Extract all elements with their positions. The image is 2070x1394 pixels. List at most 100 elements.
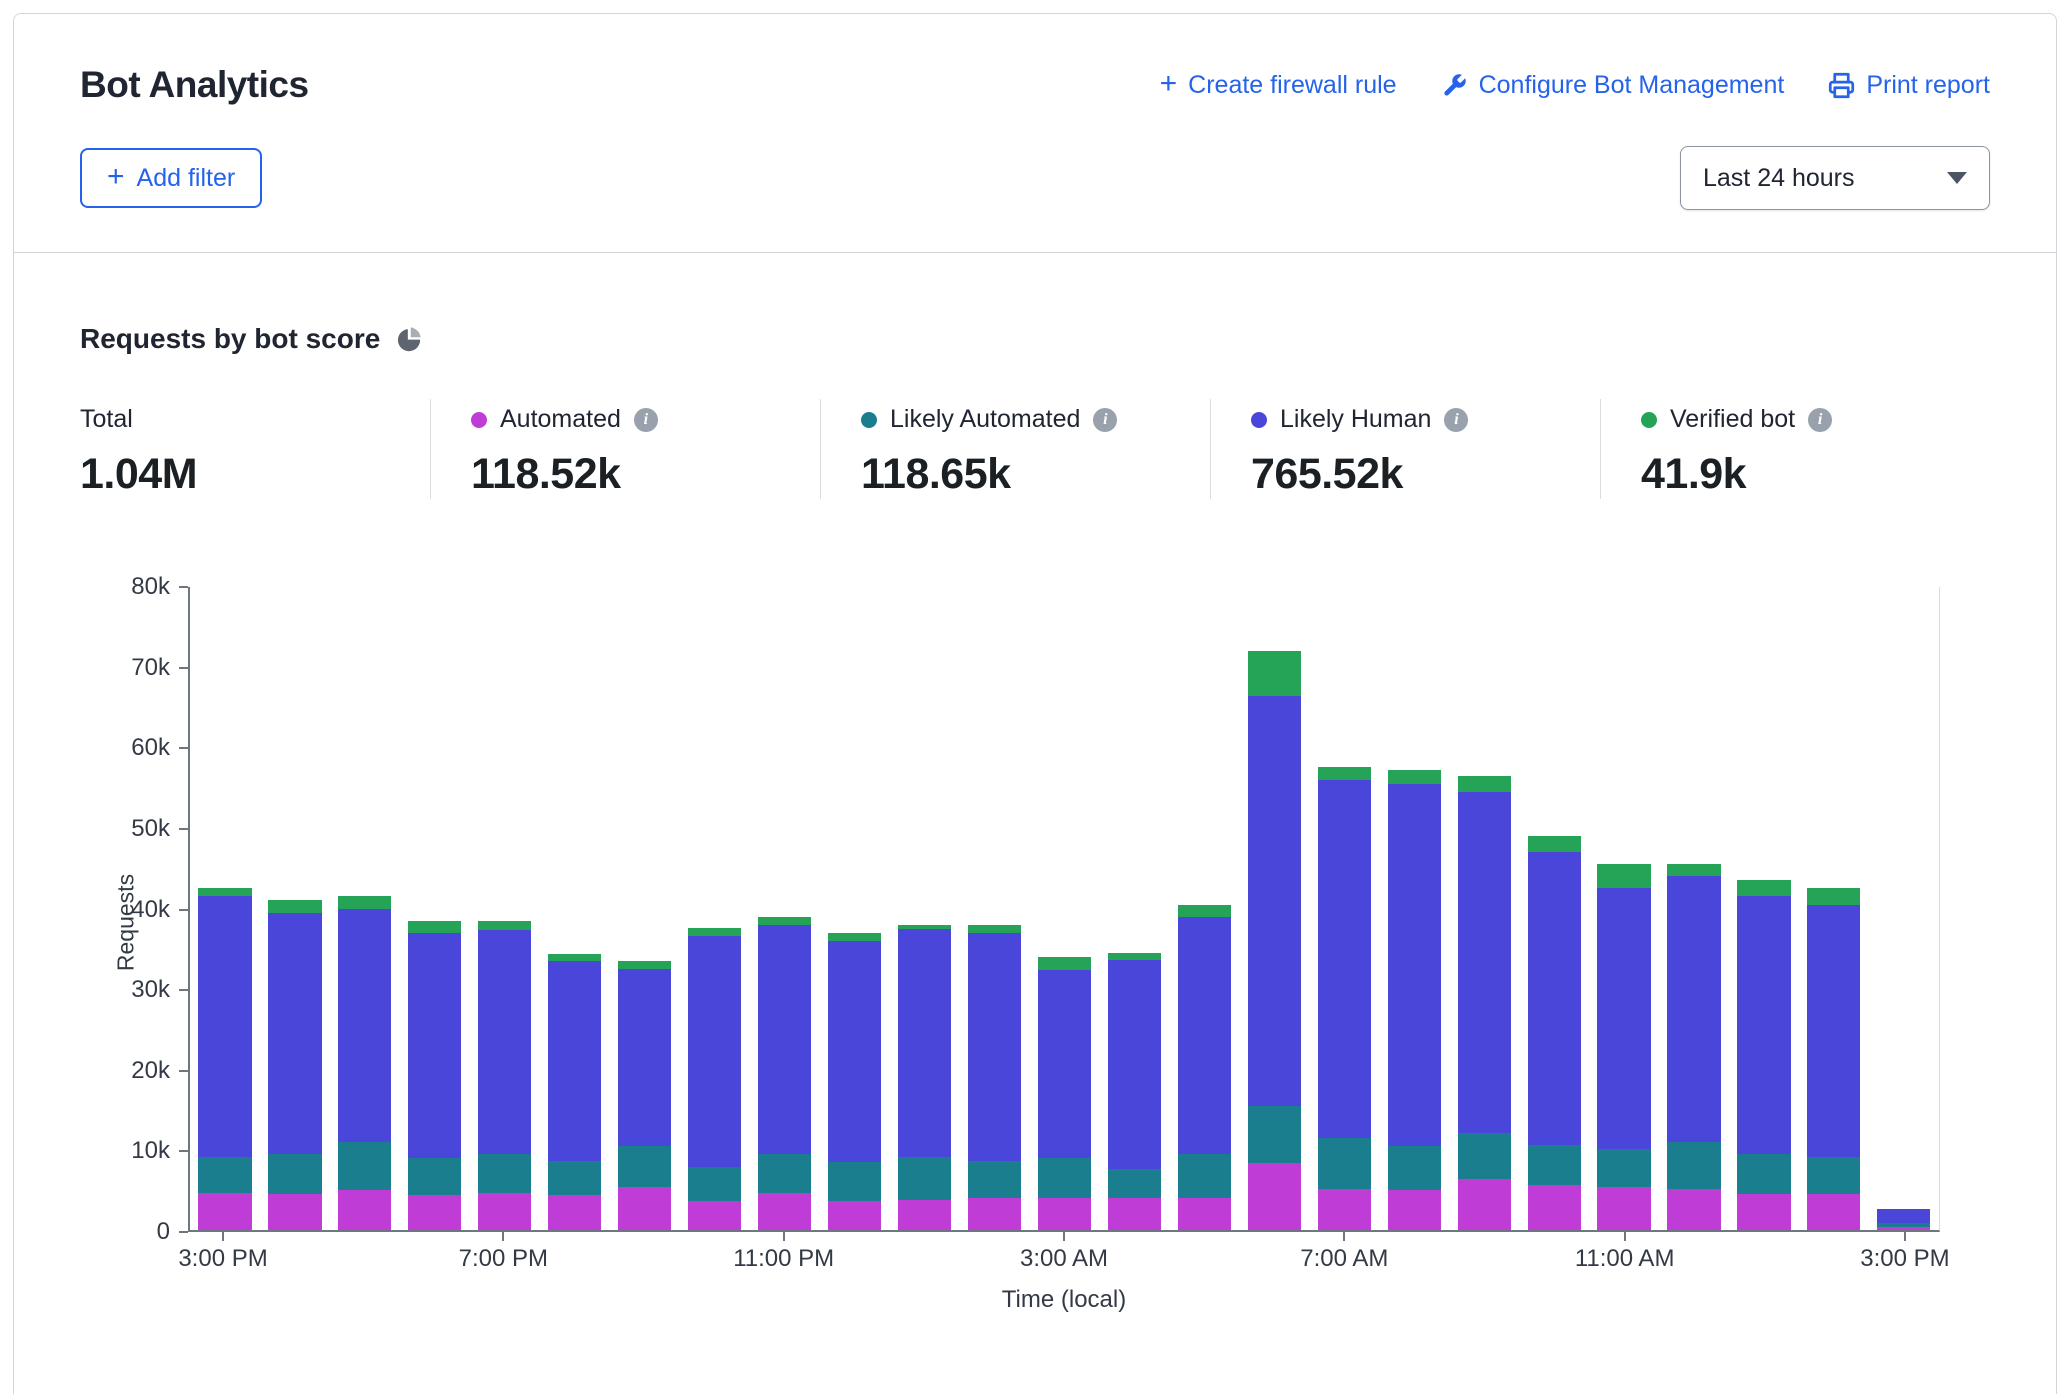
stacked-bar[interactable]: [688, 587, 741, 1230]
bar-segment-likely-automated[interactable]: [1318, 1138, 1371, 1189]
bar-segment-automated[interactable]: [1667, 1189, 1720, 1230]
bar-segment-likely-human[interactable]: [478, 930, 531, 1154]
bar-segment-likely-automated[interactable]: [1108, 1169, 1161, 1198]
stacked-bar[interactable]: [268, 587, 321, 1230]
bar-segment-verified-bot[interactable]: [1597, 864, 1650, 888]
bar-segment-likely-automated[interactable]: [688, 1167, 741, 1202]
bar-segment-likely-human[interactable]: [408, 933, 461, 1158]
bar-segment-likely-human[interactable]: [1877, 1209, 1930, 1223]
stacked-bar[interactable]: [198, 587, 251, 1230]
info-icon[interactable]: i: [1444, 408, 1468, 432]
bar-segment-likely-human[interactable]: [268, 913, 321, 1154]
bar-segment-automated[interactable]: [548, 1195, 601, 1230]
bar-segment-automated[interactable]: [1807, 1194, 1860, 1230]
stacked-bar[interactable]: [1458, 587, 1511, 1230]
bar-segment-verified-bot[interactable]: [828, 933, 881, 941]
bar-segment-likely-automated[interactable]: [968, 1161, 1021, 1198]
stacked-bar[interactable]: [898, 587, 951, 1230]
bar-segment-automated[interactable]: [268, 1194, 321, 1230]
stacked-bar[interactable]: [1108, 587, 1161, 1230]
bar-segment-likely-automated[interactable]: [1248, 1106, 1301, 1162]
bar-segment-verified-bot[interactable]: [1458, 776, 1511, 792]
stacked-bar[interactable]: [1388, 587, 1441, 1230]
bar-segment-likely-automated[interactable]: [198, 1157, 251, 1193]
stacked-bar[interactable]: [478, 587, 531, 1230]
stacked-bar[interactable]: [1038, 587, 1091, 1230]
bar-segment-verified-bot[interactable]: [688, 928, 741, 936]
bar-segment-likely-human[interactable]: [828, 941, 881, 1162]
bar-segment-likely-human[interactable]: [1597, 888, 1650, 1148]
info-icon[interactable]: i: [634, 408, 658, 432]
bar-segment-likely-human[interactable]: [1737, 896, 1790, 1154]
bar-segment-likely-human[interactable]: [1038, 970, 1091, 1158]
stacked-bar[interactable]: [1737, 587, 1790, 1230]
bar-segment-likely-automated[interactable]: [1667, 1142, 1720, 1189]
stacked-bar[interactable]: [548, 587, 601, 1230]
bar-segment-automated[interactable]: [1178, 1198, 1231, 1230]
bar-segment-likely-human[interactable]: [898, 929, 951, 1156]
bar-segment-automated[interactable]: [968, 1198, 1021, 1230]
bar-segment-likely-human[interactable]: [1667, 876, 1720, 1141]
bar-segment-automated[interactable]: [618, 1187, 671, 1230]
bar-segment-verified-bot[interactable]: [618, 961, 671, 969]
bar-segment-likely-human[interactable]: [1248, 696, 1301, 1107]
bar-segment-automated[interactable]: [828, 1201, 881, 1230]
bar-segment-likely-human[interactable]: [1458, 792, 1511, 1133]
bar-segment-automated[interactable]: [898, 1200, 951, 1230]
bar-segment-automated[interactable]: [1737, 1194, 1790, 1230]
bar-segment-likely-human[interactable]: [198, 896, 251, 1156]
bar-segment-automated[interactable]: [1597, 1187, 1650, 1230]
bar-segment-likely-human[interactable]: [1388, 784, 1441, 1146]
bar-segment-verified-bot[interactable]: [1737, 880, 1790, 896]
bar-segment-likely-automated[interactable]: [1038, 1158, 1091, 1198]
bar-segment-automated[interactable]: [198, 1193, 251, 1230]
bar-segment-likely-automated[interactable]: [478, 1154, 531, 1193]
bar-segment-likely-automated[interactable]: [1528, 1145, 1581, 1185]
bar-segment-automated[interactable]: [1038, 1198, 1091, 1230]
bar-segment-likely-human[interactable]: [548, 961, 601, 1161]
bar-segment-likely-automated[interactable]: [758, 1154, 811, 1193]
bar-segment-verified-bot[interactable]: [1667, 864, 1720, 877]
bar-segment-automated[interactable]: [1248, 1163, 1301, 1231]
bar-segment-automated[interactable]: [688, 1201, 741, 1230]
stacked-bar[interactable]: [758, 587, 811, 1230]
stacked-bar[interactable]: [338, 587, 391, 1230]
bar-segment-likely-automated[interactable]: [828, 1162, 881, 1201]
bar-segment-likely-automated[interactable]: [618, 1146, 671, 1187]
bar-segment-likely-automated[interactable]: [1388, 1146, 1441, 1190]
stacked-bar[interactable]: [1667, 587, 1720, 1230]
bar-segment-likely-human[interactable]: [338, 909, 391, 1142]
bar-segment-verified-bot[interactable]: [1038, 957, 1091, 970]
bar-segment-verified-bot[interactable]: [1178, 905, 1231, 917]
bar-segment-verified-bot[interactable]: [1528, 836, 1581, 852]
bar-segment-automated[interactable]: [478, 1193, 531, 1230]
create-firewall-rule-link[interactable]: + Create firewall rule: [1160, 70, 1397, 100]
stacked-bar[interactable]: [408, 587, 461, 1230]
stacked-bar[interactable]: [618, 587, 671, 1230]
info-icon[interactable]: i: [1093, 408, 1117, 432]
bar-segment-likely-human[interactable]: [968, 933, 1021, 1161]
stacked-bar[interactable]: [1178, 587, 1231, 1230]
bar-segment-likely-human[interactable]: [688, 936, 741, 1167]
bar-segment-verified-bot[interactable]: [758, 917, 811, 925]
bar-segment-automated[interactable]: [338, 1190, 391, 1230]
bar-segment-likely-human[interactable]: [618, 969, 671, 1146]
stacked-bar[interactable]: [1597, 587, 1650, 1230]
bar-segment-likely-human[interactable]: [1528, 852, 1581, 1145]
bar-segment-verified-bot[interactable]: [338, 896, 391, 908]
bar-segment-likely-automated[interactable]: [268, 1154, 321, 1194]
bar-segment-verified-bot[interactable]: [408, 921, 461, 932]
stacked-bar[interactable]: [1528, 587, 1581, 1230]
bar-segment-verified-bot[interactable]: [1807, 888, 1860, 904]
add-filter-button[interactable]: + Add filter: [80, 148, 262, 208]
bar-segment-likely-automated[interactable]: [898, 1157, 951, 1200]
bar-segment-verified-bot[interactable]: [1318, 767, 1371, 780]
bar-segment-likely-automated[interactable]: [1807, 1157, 1860, 1194]
bar-segment-automated[interactable]: [408, 1195, 461, 1230]
bar-segment-likely-human[interactable]: [1178, 917, 1231, 1154]
bar-segment-verified-bot[interactable]: [268, 900, 321, 912]
stacked-bar[interactable]: [1248, 587, 1301, 1230]
bar-segment-verified-bot[interactable]: [1108, 953, 1161, 960]
stacked-bar[interactable]: [1318, 587, 1371, 1230]
print-report-link[interactable]: Print report: [1828, 71, 1990, 100]
